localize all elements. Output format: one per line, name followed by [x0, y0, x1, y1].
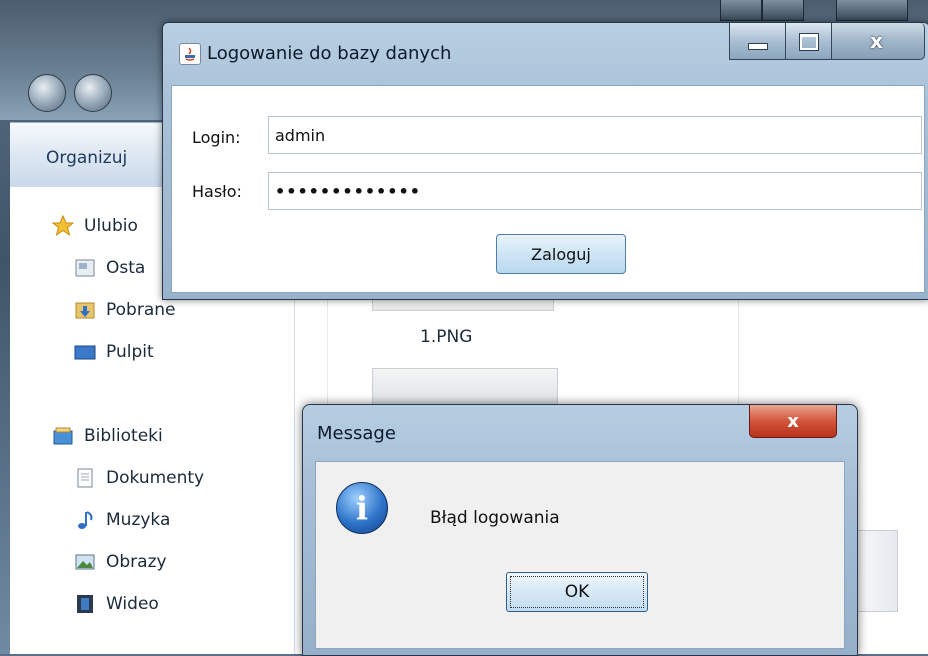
organize-button[interactable]: Organizuj	[46, 148, 127, 168]
minimize-button[interactable]	[729, 23, 787, 60]
close-icon: x	[787, 410, 799, 432]
downloads-folder-icon	[74, 299, 96, 321]
file-thumbnail[interactable]	[852, 530, 898, 612]
message-body: i Błąd logowania OK	[315, 461, 845, 649]
nav-item-videos[interactable]: Wideo	[74, 593, 159, 615]
explorer-caption-buttons	[700, 0, 928, 22]
nav-item-downloads[interactable]: Pobrane	[74, 299, 175, 321]
ok-button[interactable]: OK	[506, 572, 648, 612]
music-note-icon	[74, 509, 96, 531]
nav-label: Wideo	[106, 594, 159, 614]
star-icon	[51, 214, 75, 237]
maximize-icon	[799, 33, 819, 51]
back-icon[interactable]	[28, 74, 66, 112]
video-film-icon	[74, 593, 96, 615]
nav-label: Biblioteki	[84, 426, 163, 446]
minimize-icon	[748, 43, 768, 50]
login-input[interactable]: admin	[268, 116, 922, 154]
nav-label: Osta	[106, 258, 146, 278]
password-mask: •••••••••••••	[275, 181, 421, 201]
nav-item-documents[interactable]: Dokumenty	[74, 467, 204, 489]
maximize-button[interactable]	[785, 23, 833, 60]
desktop-icon	[74, 341, 96, 363]
close-icon: x	[870, 29, 883, 53]
recent-places-icon	[74, 257, 96, 279]
login-form: Login: admin Hasło: ••••••••••••• Zalogu…	[171, 85, 925, 293]
file-name[interactable]: 1.PNG	[420, 327, 472, 347]
login-window-title: Logowanie do bazy danych	[207, 43, 452, 64]
password-label: Hasło:	[192, 182, 242, 201]
nav-item-pictures[interactable]: Obrazy	[74, 551, 167, 573]
explorer-minimize-button[interactable]	[720, 0, 762, 21]
forward-icon[interactable]	[74, 74, 112, 112]
documents-icon	[74, 467, 96, 489]
login-label: Login:	[192, 128, 241, 147]
message-text: Błąd logowania	[430, 508, 560, 528]
password-input[interactable]: •••••••••••••	[268, 172, 922, 210]
nav-item-favorites[interactable]: Ulubio	[51, 214, 138, 237]
file-thumbnail[interactable]	[372, 368, 558, 406]
java-icon	[179, 43, 201, 65]
nav-item-libraries[interactable]: Biblioteki	[52, 425, 163, 447]
login-submit-button[interactable]: Zaloguj	[496, 234, 626, 274]
explorer-close-button[interactable]	[836, 0, 908, 21]
close-button[interactable]: x	[831, 23, 925, 60]
info-icon: i	[336, 482, 388, 534]
nav-label: Pobrane	[106, 300, 176, 320]
nav-item-music[interactable]: Muzyka	[74, 509, 170, 531]
explorer-maximize-button[interactable]	[762, 0, 804, 21]
info-glyph: i	[355, 489, 369, 527]
nav-label: Muzyka	[106, 510, 171, 530]
login-caption-buttons: x	[729, 23, 925, 60]
libraries-icon	[52, 425, 74, 447]
login-input-value: admin	[275, 125, 326, 145]
nav-label: Pulpit	[106, 342, 154, 362]
nav-item-recent[interactable]: Osta	[74, 257, 145, 279]
login-window: Logowanie do bazy danych x Login: admin …	[162, 22, 928, 300]
nav-label: Ulubio	[84, 216, 138, 236]
focus-ring	[510, 576, 644, 608]
nav-label: Dokumenty	[106, 468, 205, 488]
nav-item-desktop[interactable]: Pulpit	[74, 341, 154, 363]
pictures-icon	[74, 551, 96, 573]
message-dialog-title: Message	[317, 423, 396, 444]
nav-label: Obrazy	[106, 552, 167, 572]
message-dialog: Message x i Błąd logowania OK	[302, 404, 858, 656]
message-close-button[interactable]: x	[749, 405, 837, 438]
